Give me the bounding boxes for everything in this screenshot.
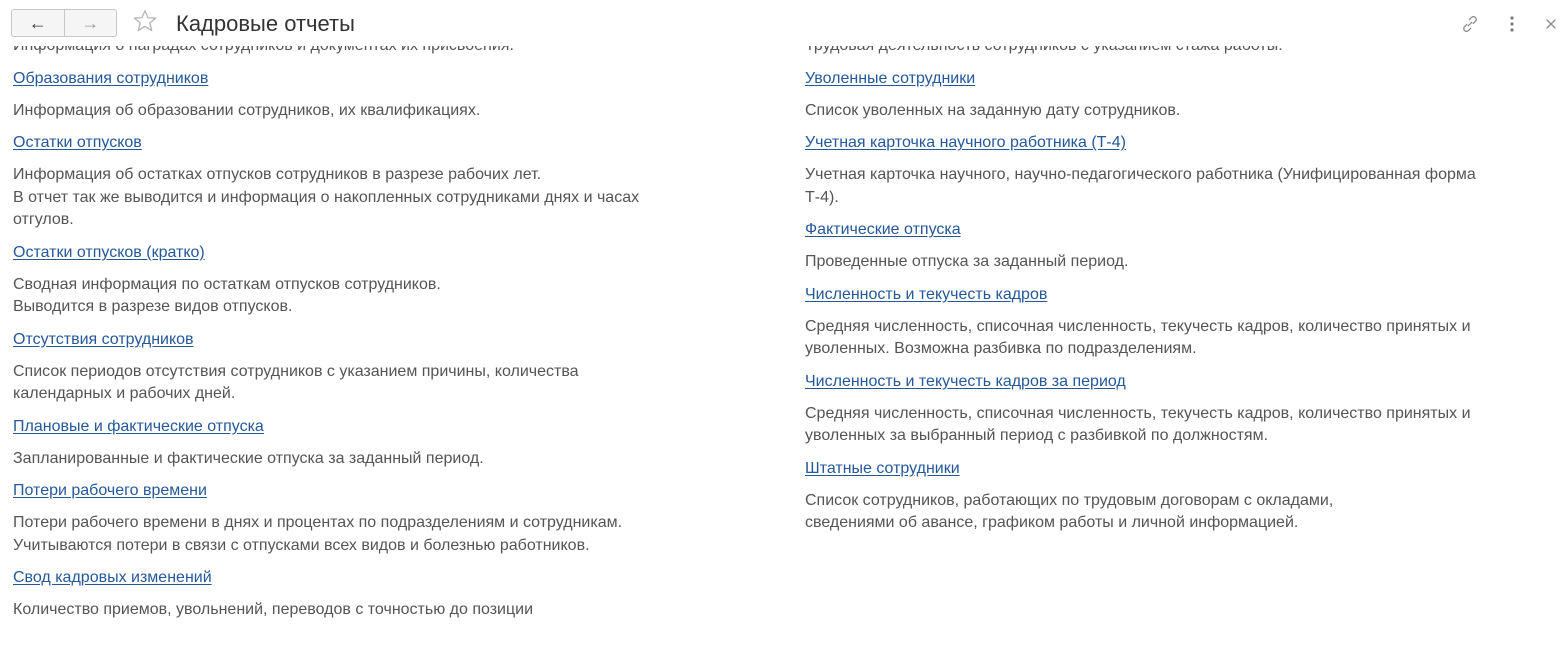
close-icon	[1546, 19, 1556, 29]
more-icon	[1510, 16, 1514, 32]
report-description: Список сотрудников, работающих по трудов…	[805, 491, 1334, 532]
report-item: Отсутствия сотрудников Список периодов о…	[13, 329, 753, 406]
report-link-headcount-turnover[interactable]: Численность и текучесть кадров	[805, 284, 1047, 306]
navigation-buttons: ← →	[11, 9, 117, 37]
left-report-column: Информация о наградах сотрудников и доку…	[13, 46, 753, 632]
report-link-work-time-losses[interactable]: Потери рабочего времени	[13, 480, 207, 502]
report-description: Информация об образовании сотрудников, и…	[13, 101, 481, 119]
forward-arrow-icon: →	[81, 13, 100, 33]
title-bar: ← → Кадровые отчеты	[0, 0, 1563, 46]
report-link-planned-actual-vacations[interactable]: Плановые и фактические отпуска	[13, 416, 264, 438]
report-description: Трудовая деятельность сотрудников с указ…	[805, 46, 1561, 58]
report-description: Информация о наградах сотрудников и доку…	[13, 46, 753, 58]
report-link-staff-employees[interactable]: Штатные сотрудники	[805, 458, 960, 480]
back-arrow-icon: ←	[28, 13, 47, 33]
report-item: Информация о наградах сотрудников и доку…	[13, 46, 753, 58]
report-link-scientist-card-t4[interactable]: Учетная карточка научного работника (Т-4…	[805, 132, 1126, 154]
report-description: Список периодов отсутствия сотрудников с…	[13, 362, 579, 403]
favorite-button[interactable]	[130, 6, 160, 36]
report-item: Потери рабочего времени Потери рабочего …	[13, 480, 753, 557]
report-item: Фактические отпуска Проведенные отпуска …	[805, 219, 1561, 274]
right-report-column: Трудовая деятельность сотрудников с указ…	[805, 46, 1561, 545]
link-icon	[1463, 16, 1477, 32]
report-link-dismissed-employees[interactable]: Уволенные сотрудники	[805, 68, 975, 90]
report-item: Трудовая деятельность сотрудников с указ…	[805, 46, 1561, 58]
report-link-education[interactable]: Образования сотрудников	[13, 68, 208, 90]
report-link-absences[interactable]: Отсутствия сотрудников	[13, 329, 194, 351]
report-item: Остатки отпусков (кратко) Сводная информ…	[13, 242, 753, 319]
back-button[interactable]: ←	[12, 10, 65, 36]
page-title: Кадровые отчеты	[176, 11, 355, 36]
report-description: Количество приемов, увольнений, переводо…	[13, 601, 534, 618]
report-description: Запланированные и фактические отпуска за…	[13, 449, 484, 467]
report-description: Средняя численность, списочная численнос…	[805, 317, 1471, 358]
report-description: Список уволенных на заданную дату сотруд…	[805, 101, 1181, 119]
report-description: Средняя численность, списочная численнос…	[805, 404, 1471, 445]
report-description: Потери рабочего времени в днях и процент…	[13, 514, 623, 554]
report-link-personnel-changes[interactable]: Свод кадровых изменений	[13, 567, 212, 589]
reports-panel: Информация о наградах сотрудников и доку…	[0, 46, 1563, 670]
forward-button[interactable]: →	[65, 10, 117, 36]
more-button[interactable]	[1500, 12, 1524, 36]
report-item: Численность и текучесть кадров за период…	[805, 371, 1561, 448]
report-item: Плановые и фактические отпуска Запланиро…	[13, 416, 753, 471]
report-description: Учетная карточка научного, научно-педаго…	[805, 166, 1476, 206]
report-description: Информация об остатках отпусков сотрудни…	[13, 166, 640, 228]
report-link-vacation-balances-short[interactable]: Остатки отпусков (кратко)	[13, 242, 205, 264]
report-item: Численность и текучесть кадров Средняя ч…	[805, 284, 1561, 361]
link-button[interactable]	[1458, 12, 1482, 36]
report-link-actual-vacations[interactable]: Фактические отпуска	[805, 219, 961, 241]
close-button[interactable]	[1539, 12, 1563, 36]
report-item: Учетная карточка научного работника (Т-4…	[805, 132, 1561, 209]
report-item: Уволенные сотрудники Список уволенных на…	[805, 68, 1561, 123]
report-link-headcount-turnover-period[interactable]: Численность и текучесть кадров за период	[805, 371, 1126, 393]
report-link-vacation-balances[interactable]: Остатки отпусков	[13, 132, 142, 154]
report-description: Сводная информация по остаткам отпусков …	[13, 275, 441, 316]
report-item: Образования сотрудников Информация об об…	[13, 68, 753, 123]
report-item: Свод кадровых изменений Количество прием…	[13, 567, 753, 622]
report-description: Проведенные отпуска за заданный период.	[805, 253, 1129, 270]
star-icon	[133, 10, 157, 32]
report-item: Штатные сотрудники Список сотрудников, р…	[805, 458, 1561, 535]
report-item: Остатки отпусков Информация об остатках …	[13, 132, 753, 232]
